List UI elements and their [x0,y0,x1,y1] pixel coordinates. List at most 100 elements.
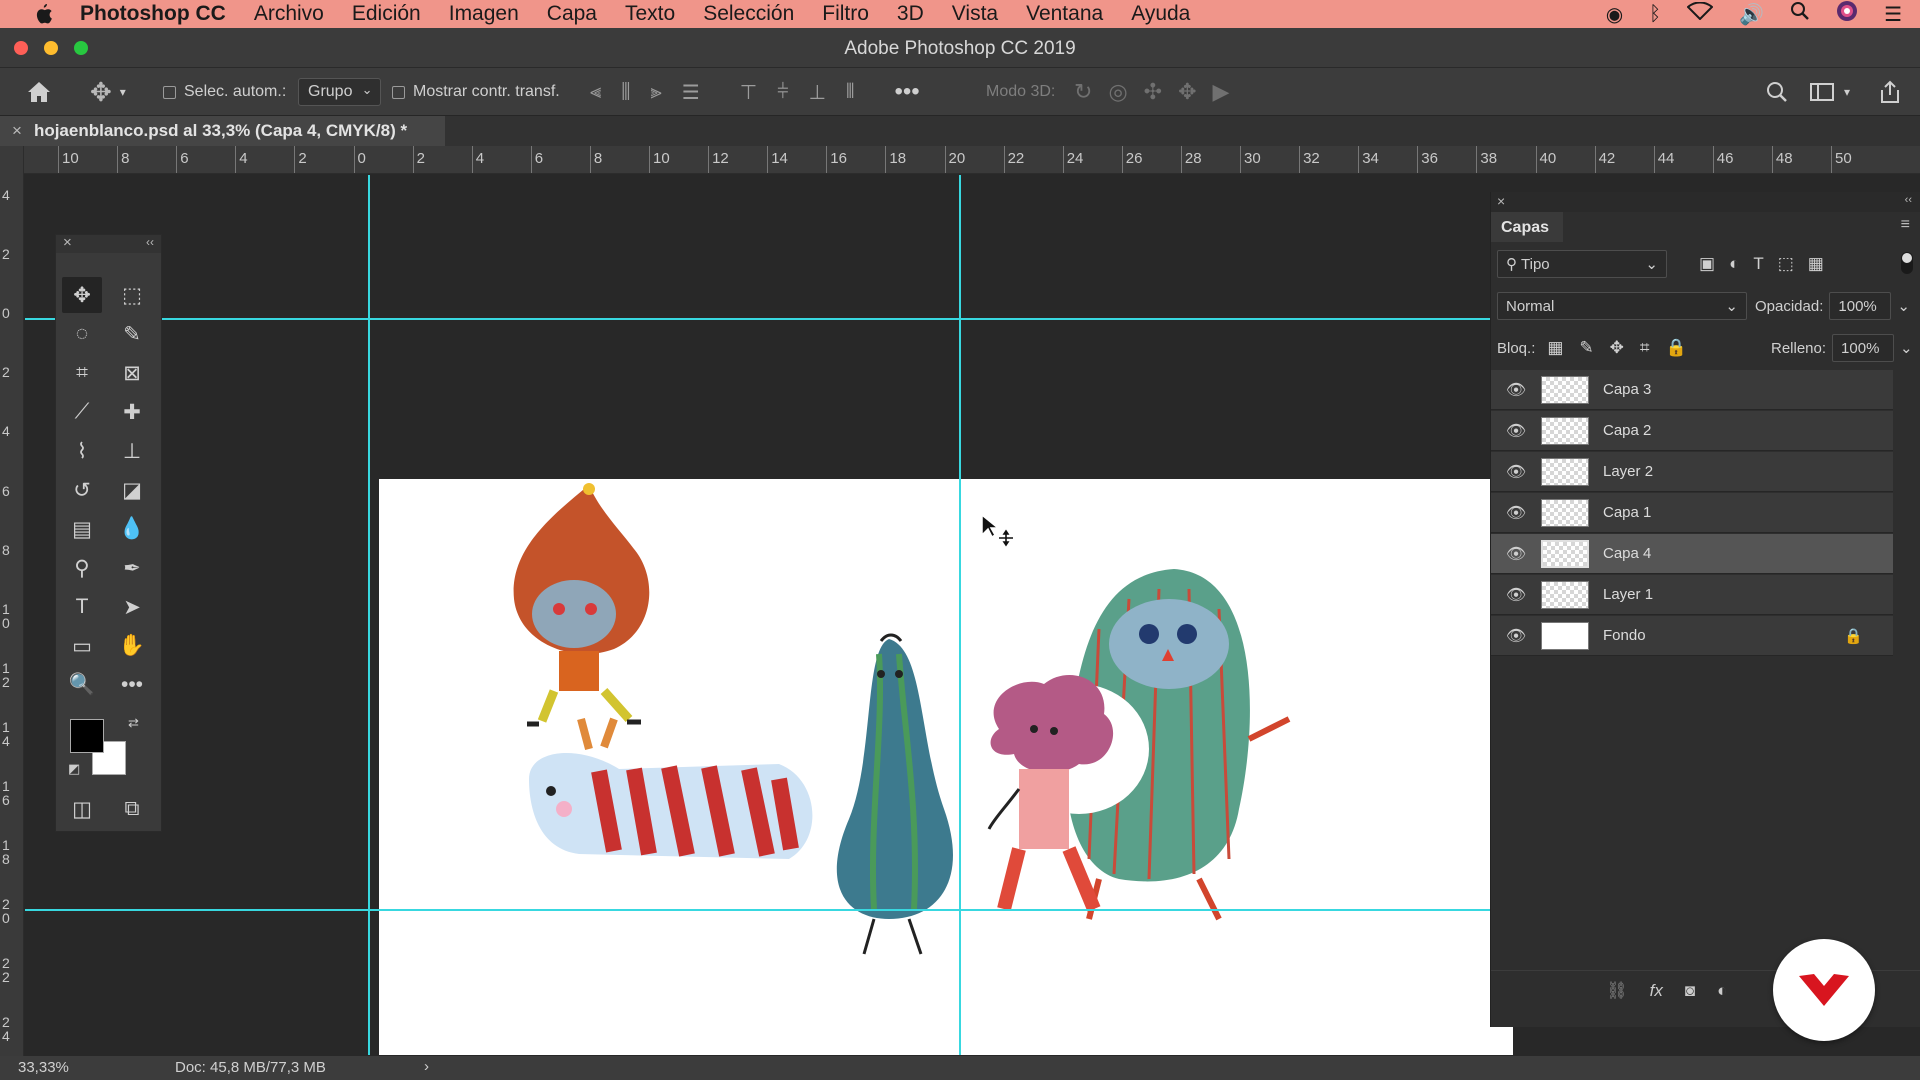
wifi-icon[interactable] [1686,1,1714,26]
menu-3d[interactable]: 3D [897,2,924,26]
marquee-tool-icon[interactable]: ⬚ [112,277,152,313]
menu-ayuda[interactable]: Ayuda [1131,2,1190,26]
share-icon[interactable] [1878,68,1902,116]
menu-texto[interactable]: Texto [625,2,675,26]
visibility-eye-icon[interactable]: 👁 [1491,544,1541,564]
horizontal-ruler[interactable]: 10 8 6 4 2 0 2 4 6 8 10 12 14 16 18 20 22 24 26 28 30 32 34 36 3… [24,146,1920,174]
lock-image-pixels-icon[interactable]: ✎ [1579,338,1593,358]
visibility-eye-icon[interactable]: 👁 [1491,421,1541,441]
pan-3d-icon[interactable]: ✣ [1144,79,1162,105]
home-icon[interactable] [26,68,52,116]
visibility-eye-icon[interactable]: 👁 [1491,503,1541,523]
document-size-info[interactable]: Doc: 45,8 MB/77,3 MB [175,1059,326,1076]
filter-shape-icon[interactable]: ⬚ [1778,254,1794,274]
show-transform-checkbox[interactable] [392,85,405,99]
move-tool-preset-icon[interactable]: ✥ ▾ [90,68,126,116]
filter-pixel-icon[interactable]: ▣ [1699,254,1715,274]
lock-transparent-pixels-icon[interactable]: ▦ [1547,338,1563,358]
healing-brush-tool-icon[interactable]: ✚ [112,394,152,430]
layers-panel-header[interactable]: × ‹‹ [1491,192,1920,212]
orbit-3d-icon[interactable]: ↻ [1074,79,1092,105]
scale-3d-icon[interactable]: ▶ [1213,79,1230,105]
menu-app-name[interactable]: Photoshop CC [80,2,226,26]
swap-colors-icon[interactable]: ⇄ [128,715,139,731]
workspace-layout-icon[interactable]: ▾ [1810,68,1850,116]
quick-selection-tool-icon[interactable]: ✎ [112,316,152,352]
lasso-tool-icon[interactable]: ◌ [62,316,102,352]
close-icon[interactable]: × [12,121,22,141]
auto-select-checkbox[interactable] [163,85,176,99]
bluetooth-icon[interactable]: ᛒ [1649,3,1661,26]
filter-adjustment-icon[interactable]: ◐ [1729,254,1739,274]
layer-row-layer-2[interactable]: 👁 Layer 2 [1491,452,1893,492]
align-vertical-center-icon[interactable]: ⫩ [777,81,788,104]
hand-tool-icon[interactable]: ✋ [112,628,152,664]
align-left-icon[interactable]: ⫷ [590,81,601,104]
align-right-icon[interactable]: ⫸ [650,81,661,104]
move-tool-icon[interactable]: ✥ [62,277,102,313]
history-brush-tool-icon[interactable]: ↺ [62,472,102,508]
link-layers-icon[interactable]: ⛓ [1606,981,1628,1001]
notification-center-icon[interactable]: ☰ [1884,2,1902,27]
crop-tool-icon[interactable]: ⌗ [62,355,102,391]
rectangle-tool-icon[interactable]: ▭ [62,628,102,664]
eyedropper-tool-icon[interactable]: ⟋ [62,394,102,430]
menu-capa[interactable]: Capa [547,2,597,26]
foreground-color-swatch[interactable] [70,719,104,753]
visibility-eye-icon[interactable]: 👁 [1491,585,1541,605]
zoom-tool-icon[interactable]: 🔍 [62,667,102,703]
eraser-tool-icon[interactable]: ◪ [112,472,152,508]
fill-input[interactable]: 100% [1832,334,1895,362]
screen-mode-icon[interactable]: ⧉ [112,791,152,827]
search-icon[interactable] [1766,68,1788,116]
pen-tool-icon[interactable]: ✒ [112,550,152,586]
vertical-ruler[interactable]: 4 2 0 2 4 6 8 10 12 14 16 18 20 22 24 [0,146,24,1056]
tab-layers[interactable]: Capas [1491,212,1563,242]
chevron-down-icon[interactable]: ⌄ [1897,297,1910,315]
menu-seleccion[interactable]: Selección [703,2,794,26]
more-options-icon[interactable]: ••• [894,78,919,106]
collapse-icon[interactable]: ‹‹ [146,235,154,249]
new-adjustment-layer-icon[interactable]: ◐ [1717,981,1727,1001]
layer-filter-dropdown[interactable]: ⚲ Tipo ⌄ [1497,250,1667,278]
collapse-icon[interactable]: ‹‹ [1905,194,1912,206]
blur-tool-icon[interactable]: 💧 [112,511,152,547]
dodge-tool-icon[interactable]: ⚲ [62,550,102,586]
roll-3d-icon[interactable]: ◎ [1108,79,1127,105]
layer-row-capa-1[interactable]: 👁 Capa 1 [1491,493,1893,533]
layer-row-capa-4[interactable]: 👁 Capa 4 [1491,534,1893,574]
menu-archivo[interactable]: Archivo [254,2,324,26]
menu-ventana[interactable]: Ventana [1026,2,1103,26]
document-tab[interactable]: × hojaenblanco.psd al 33,3% (Capa 4, CMY… [0,116,445,146]
lock-artboard-icon[interactable]: ⌗ [1640,338,1650,358]
menu-edicion[interactable]: Edición [352,2,421,26]
blend-mode-dropdown[interactable]: Normal ⌄ [1497,292,1747,320]
spotlight-search-icon[interactable] [1790,1,1810,27]
menu-filtro[interactable]: Filtro [822,2,869,26]
distribute-horizontal-icon[interactable]: ☰ [682,80,700,105]
add-mask-icon[interactable]: ◙ [1685,981,1695,1001]
path-selection-tool-icon[interactable]: ➤ [112,589,152,625]
menu-imagen[interactable]: Imagen [449,2,519,26]
panel-menu-icon[interactable]: ≡ [1901,216,1910,234]
tools-panel-header[interactable]: × ‹‹ [56,234,161,253]
visibility-eye-icon[interactable]: 👁 [1491,380,1541,400]
visibility-eye-icon[interactable]: 👁 [1491,626,1541,646]
align-top-icon[interactable]: ⊤ [740,80,757,105]
lock-position-icon[interactable]: ✥ [1610,338,1624,358]
quick-mask-icon[interactable]: ◫ [62,791,102,827]
vertical-guide-center[interactable] [959,175,961,1055]
close-icon[interactable]: × [63,234,72,251]
filter-type-icon[interactable]: T [1753,254,1763,274]
align-bottom-icon[interactable]: ⊥ [809,80,826,105]
frame-tool-icon[interactable]: ⊠ [112,355,152,391]
auto-select-target-dropdown[interactable]: Grupo ⌄ [298,78,382,106]
chevron-down-icon[interactable]: ⌄ [1900,339,1913,357]
siri-icon[interactable] [1836,0,1858,28]
type-tool-icon[interactable]: T [62,589,102,625]
brush-tool-icon[interactable]: ⌇ [62,433,102,469]
filter-toggle[interactable] [1901,252,1913,274]
default-colors-icon[interactable]: ◩ [68,761,80,777]
apple-icon[interactable] [30,0,56,28]
zoom-level[interactable]: 33,33% [18,1059,69,1076]
